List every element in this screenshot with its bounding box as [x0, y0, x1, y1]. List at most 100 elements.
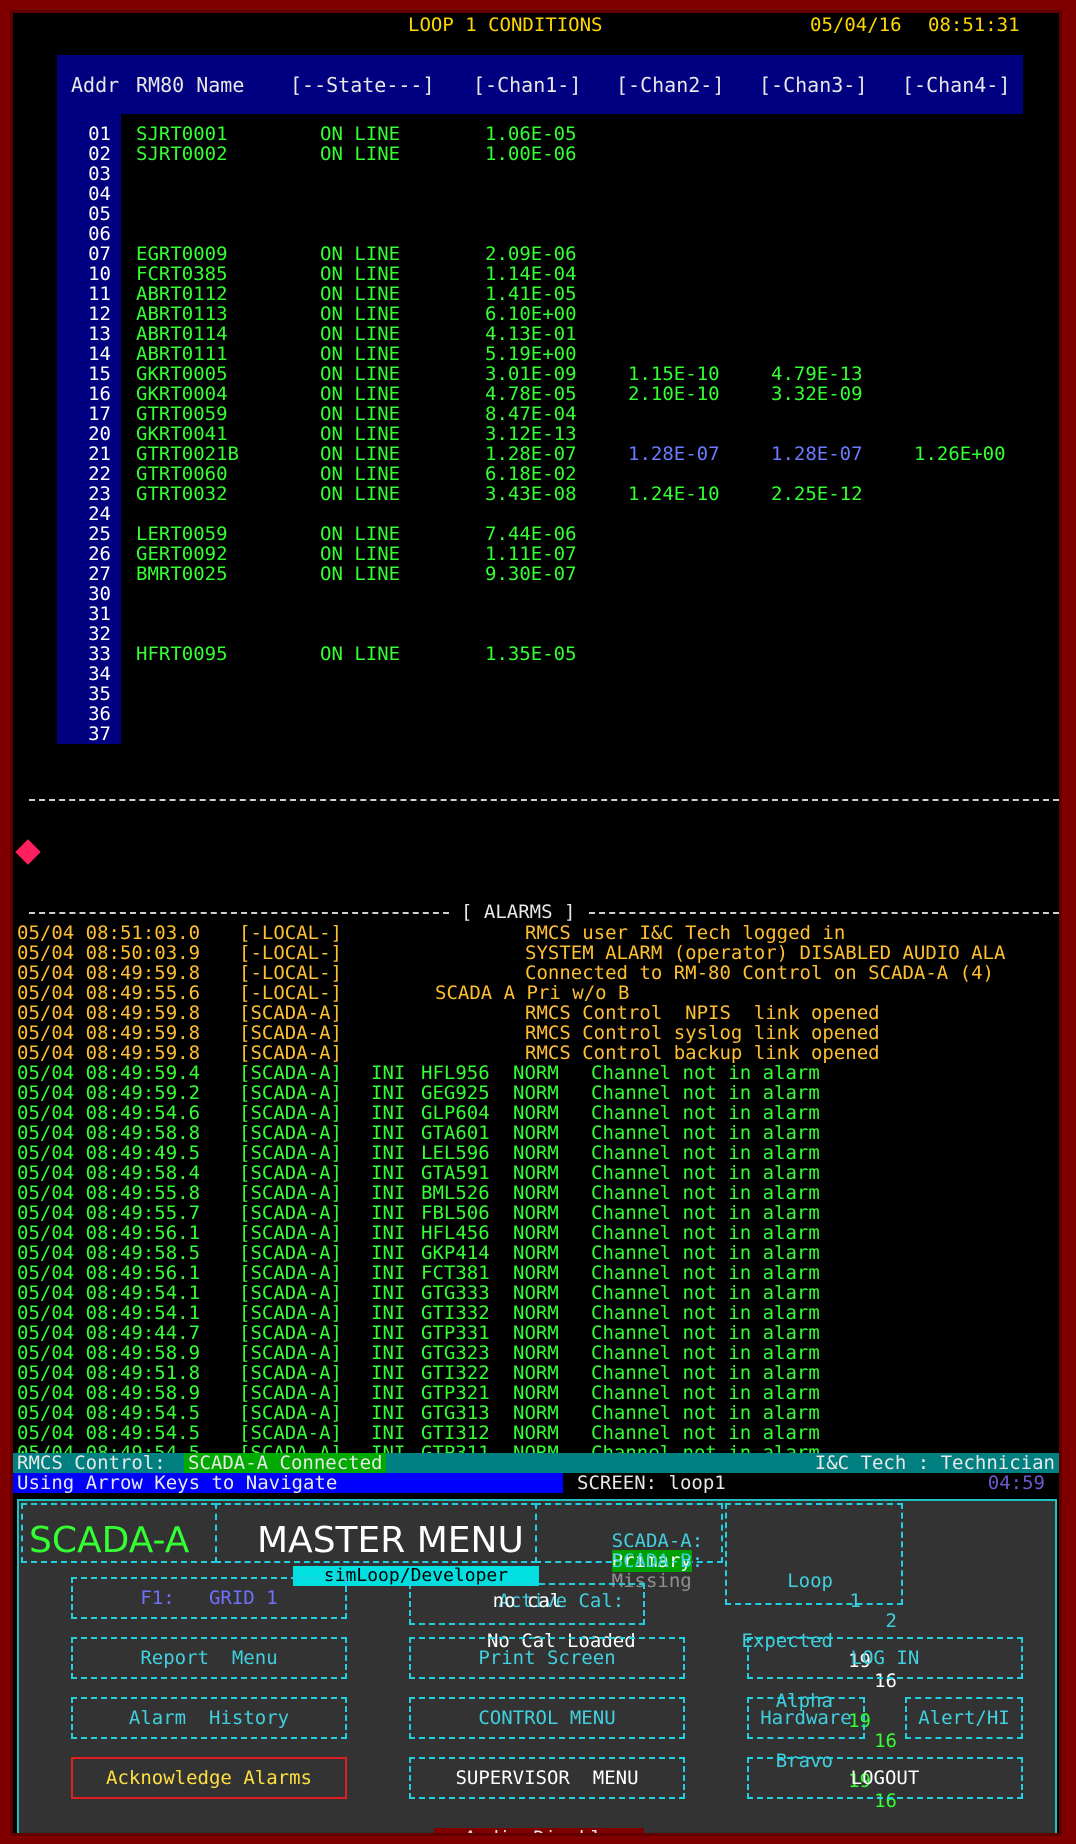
row-addr: 02 — [88, 143, 111, 165]
alarm-source: [SCADA-A] — [239, 1142, 342, 1164]
row-addr: 23 — [88, 483, 111, 505]
row-state: ON LINE — [320, 123, 401, 145]
alarm-entry: 05/04 08:49:54.6 [SCADA-A] INI GLP604 NORM Ch… — [17, 1102, 1059, 1124]
alarm-history-button[interactable]: Alarm History — [71, 1697, 347, 1739]
alarm-status: NORM — [513, 1402, 559, 1424]
alarm-ini: INI — [371, 1202, 406, 1224]
row-chan3: 2.25E-12 — [771, 483, 863, 505]
alarm-timestamp: 05/04 08:49:54.5 — [17, 1422, 201, 1444]
row-state: ON LINE — [320, 303, 401, 325]
row-chan2: 1.15E-10 — [628, 363, 720, 385]
table-row: 36 — [57, 704, 1023, 724]
alarm-status: NORM — [513, 1422, 559, 1444]
acknowledge-alarms-button[interactable]: Acknowledge Alarms — [71, 1757, 347, 1799]
status-bar: RMCS Control: SCADA-A Connected I&C Tech… — [13, 1453, 1059, 1473]
status-diamond-icon — [15, 839, 41, 865]
row-chan1: 1.14E-04 — [485, 263, 577, 285]
table-row: 32 — [57, 624, 1023, 644]
alarm-entry: 05/04 08:49:58.5 [SCADA-A] INI GKP414 NORM Ch… — [17, 1242, 1059, 1264]
row-addr: 04 — [88, 183, 111, 205]
alarm-entry: 05/04 08:49:56.1 [SCADA-A] INI FCT381 NORM Ch… — [17, 1262, 1059, 1284]
alarm-ini: INI — [371, 1102, 406, 1124]
row-addr: 21 — [88, 443, 111, 465]
table-row: 13 ABRT0114 ON LINE 4.13E-01 — [57, 324, 1023, 344]
row-chan1: 4.78E-05 — [485, 383, 577, 405]
row-addr: 27 — [88, 563, 111, 585]
alarm-source: [SCADA-A] — [239, 1262, 342, 1284]
alarm-status: NORM — [513, 1062, 559, 1084]
alarm-entry: 05/04 08:49:59.8 [-LOCAL-] Connected to RM… — [17, 963, 1059, 983]
row-addr: 17 — [88, 403, 111, 425]
alarm-status: NORM — [513, 1082, 559, 1104]
col-header-state: [--State---] — [290, 73, 435, 97]
table-row: 16 GKRT0004 ON LINE 4.78E-05 2.10E-10 3.32E-0… — [57, 384, 1023, 404]
row-chan1: 1.11E-07 — [485, 543, 577, 565]
row-chan1: 3.12E-13 — [485, 423, 577, 445]
row-name: SJRT0002 — [136, 143, 228, 165]
print-screen-button[interactable]: Print Screen — [409, 1637, 685, 1679]
alarm-tag: GKP414 — [421, 1242, 490, 1264]
rmcs-control-label: RMCS Control: — [17, 1452, 166, 1474]
alarm-message: Channel not in alarm — [591, 1422, 820, 1444]
row-state: ON LINE — [320, 443, 401, 465]
alarm-ini: INI — [371, 1422, 406, 1444]
row-chan1: 3.01E-09 — [485, 363, 577, 385]
f1-grid-button[interactable]: F1: GRID 1 — [71, 1577, 347, 1619]
login-button[interactable]: LOG IN — [747, 1637, 1023, 1679]
row-chan1: 4.13E-01 — [485, 323, 577, 345]
alarm-status: NORM — [513, 1302, 559, 1324]
report-menu-button[interactable]: Report Menu — [71, 1637, 347, 1679]
alarm-source: [SCADA-A] — [239, 1242, 342, 1264]
table-row: 37 — [57, 724, 1023, 744]
alarm-status: NORM — [513, 1382, 559, 1404]
row-name: BMRT0025 — [136, 563, 228, 585]
row-state: ON LINE — [320, 243, 401, 265]
table-row: 02 SJRT0002 ON LINE 1.00E-06 — [57, 144, 1023, 164]
alarm-ini: INI — [371, 1342, 406, 1364]
alarm-source: [-LOCAL-] — [239, 942, 342, 964]
loop-title: LOOP 1 CONDITIONS — [408, 14, 603, 36]
table-row: 14 ABRT0111 ON LINE 5.19E+00 — [57, 344, 1023, 364]
alarm-status: NORM — [513, 1322, 559, 1344]
alarm-timestamp: 05/04 08:49:58.4 — [17, 1162, 201, 1184]
alert-hi-button[interactable]: Alert/HI — [905, 1697, 1023, 1739]
alarm-status: NORM — [513, 1202, 559, 1224]
alarm-source: [SCADA-A] — [239, 1102, 342, 1124]
row-state: ON LINE — [320, 463, 401, 485]
row-state: ON LINE — [320, 383, 401, 405]
alarm-timestamp: 05/04 08:49:54.6 — [17, 1102, 201, 1124]
hardware-button[interactable]: Hardware — [747, 1697, 865, 1739]
alarm-entry: 05/04 08:49:58.9 [SCADA-A] INI GTP321 NORM Ch… — [17, 1382, 1059, 1404]
row-name: SJRT0001 — [136, 123, 228, 145]
row-chan1: 3.43E-08 — [485, 483, 577, 505]
row-state: ON LINE — [320, 543, 401, 565]
audio-disable-button[interactable]: Audio Disable — [434, 1828, 644, 1833]
logout-button[interactable]: LOGOUT — [747, 1757, 1023, 1799]
alarm-source: [SCADA-A] — [239, 1022, 342, 1044]
alarm-entry: 05/04 08:49:59.8 [SCADA-A] RMCS Control NP… — [17, 1003, 1059, 1023]
row-chan4: 1.26E+00 — [914, 443, 1006, 465]
alarm-tag: HFL956 — [421, 1062, 490, 1084]
row-chan2: 2.10E-10 — [628, 383, 720, 405]
alarm-ini: INI — [371, 1182, 406, 1204]
row-addr: 12 — [88, 303, 111, 325]
alarm-entry: 05/04 08:49:55.8 [SCADA-A] INI BML526 NORM Ch… — [17, 1182, 1059, 1204]
alarm-message: SCADA A Pri w/o B — [435, 982, 630, 1004]
alarm-timestamp: 05/04 08:50:03.9 — [17, 942, 201, 964]
table-row: 26 GERT0092 ON LINE 1.11E-07 — [57, 544, 1023, 564]
alarm-ini: INI — [371, 1142, 406, 1164]
alarm-entry: 05/04 08:49:58.9 [SCADA-A] INI GTG323 NORM Ch… — [17, 1342, 1059, 1364]
alarm-status: NORM — [513, 1262, 559, 1284]
alarm-entry: 05/04 08:49:54.5 [SCADA-A] INI GTI312 NORM Ch… — [17, 1422, 1059, 1444]
control-menu-button[interactable]: CONTROL MENU — [409, 1697, 685, 1739]
row-chan3: 1.28E-07 — [771, 443, 863, 465]
alarm-timestamp: 05/04 08:49:55.6 — [17, 982, 201, 1004]
alarm-entry: 05/04 08:49:49.5 [SCADA-A] INI LEL596 NORM Ch… — [17, 1142, 1059, 1164]
alarm-message: RMCS Control backup link opened — [525, 1042, 880, 1064]
row-name: GTRT0021B — [136, 443, 239, 465]
supervisor-menu-button[interactable]: SUPERVISOR MENU — [409, 1757, 685, 1799]
row-chan1: 1.41E-05 — [485, 283, 577, 305]
row-addr: 10 — [88, 263, 111, 285]
table-row: 10 FCRT0385 ON LINE 1.14E-04 — [57, 264, 1023, 284]
scada-title: SCADA-A — [29, 1520, 190, 1561]
